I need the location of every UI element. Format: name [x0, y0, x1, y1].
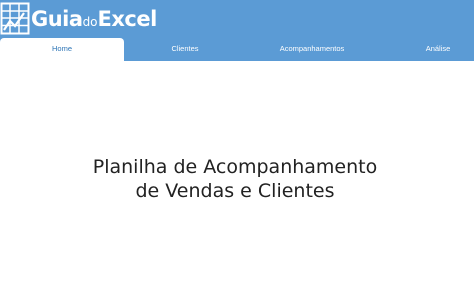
tab-home[interactable]: Home — [0, 38, 124, 61]
tab-clientes[interactable]: Clientes — [145, 38, 225, 61]
page-title-line-1: Planilha de Acompanhamento — [92, 156, 378, 178]
spreadsheet-icon — [0, 2, 30, 35]
logo-text-do: do — [82, 15, 98, 29]
logo-text: GuiadoExcel — [31, 5, 157, 33]
tab-acompanhamentos[interactable]: Acompanhamentos — [262, 38, 362, 61]
main-content: Planilha de Acompanhamento de Vendas e C… — [0, 61, 474, 305]
header-bar: GuiadoExcel Home Clientes Acompanhamento… — [0, 0, 474, 61]
tab-analise[interactable]: Análise — [408, 38, 468, 61]
page-title-line-2: de Vendas e Clientes — [135, 180, 335, 202]
logo-text-excel: Excel — [97, 7, 158, 31]
tab-bar: Home Clientes Acompanhamentos Análise — [0, 38, 474, 61]
logo-text-guia: Guia — [31, 7, 83, 31]
page-title: Planilha de Acompanhamento de Vendas e C… — [60, 155, 410, 203]
